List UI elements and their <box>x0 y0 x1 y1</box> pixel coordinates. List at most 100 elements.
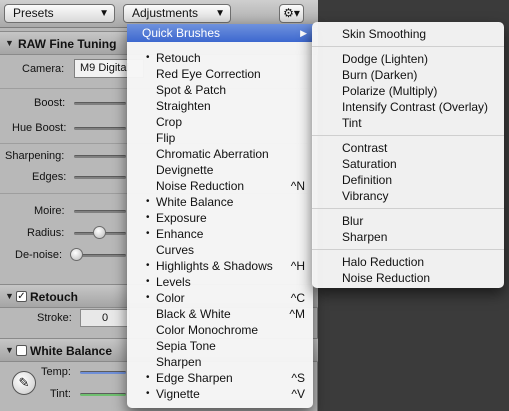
submenu-item[interactable]: Saturation <box>312 156 504 172</box>
menu-item[interactable]: • Enhance <box>127 226 313 242</box>
menu-item-shortcut: ^H <box>290 259 305 273</box>
bullet-icon: • <box>146 292 150 303</box>
disclosure-triangle-icon[interactable]: ▼ <box>5 345 14 355</box>
menu-item[interactable]: Spot & Patch <box>127 82 313 98</box>
bullet-icon: • <box>146 212 150 223</box>
bullet-icon: • <box>146 372 150 383</box>
menu-item-shortcut: ^S <box>291 371 305 385</box>
moire-slider[interactable] <box>74 210 126 213</box>
menu-item[interactable]: • Highlights & Shadows ^H <box>127 258 313 274</box>
camera-label: Camera: <box>22 63 65 75</box>
hue-boost-slider[interactable] <box>74 127 126 130</box>
sharpening-slider[interactable] <box>74 155 126 158</box>
denoise-slider-knob[interactable] <box>70 248 83 261</box>
menu-separator <box>312 46 504 47</box>
bullet-icon: • <box>146 260 150 271</box>
chevron-down-icon: ▼ <box>99 8 109 19</box>
menu-item-label: Crop <box>156 115 183 129</box>
menu-item[interactable]: Flip <box>127 130 313 146</box>
adjustments-popup-button[interactable]: Adjustments ▼ <box>123 4 231 23</box>
menu-item[interactable]: Color Monochrome <box>127 322 313 338</box>
menu-item[interactable]: • White Balance <box>127 194 313 210</box>
menu-item[interactable]: • Exposure <box>127 210 313 226</box>
stroke-label: Stroke: <box>37 312 72 324</box>
submenu-item[interactable]: Polarize (Multiply) <box>312 83 504 99</box>
menu-separator <box>312 249 504 250</box>
white-balance-title: White Balance <box>30 344 113 358</box>
quick-brushes-submenu: Skin Smoothing Dodge (Lighten) Burn (Darke… <box>312 22 504 288</box>
radius-label: Radius: <box>27 227 65 239</box>
menu-item[interactable]: Chromatic Aberration <box>127 146 313 162</box>
bullet-icon: • <box>146 52 150 63</box>
submenu-item[interactable]: Contrast <box>312 140 504 156</box>
adjustments-menu: Quick Brushes ▶ • Retouch Red Eye Correcti… <box>127 24 313 408</box>
disclosure-triangle-icon[interactable]: ▼ <box>5 38 14 48</box>
bullet-icon: • <box>146 276 150 287</box>
menu-item-label: Black & White <box>156 307 231 321</box>
submenu-item[interactable]: Burn (Darken) <box>312 67 504 83</box>
menu-item-label: Edge Sharpen <box>156 371 233 385</box>
menu-item-label: Red Eye Correction <box>156 67 261 81</box>
edges-slider[interactable] <box>74 176 126 179</box>
submenu-item[interactable]: Definition <box>312 172 504 188</box>
white-balance-checkbox[interactable] <box>16 345 27 356</box>
menu-item[interactable]: • Vignette ^V <box>127 386 313 402</box>
submenu-item[interactable]: Sharpen <box>312 229 504 245</box>
chevron-down-icon: ▼ <box>215 8 225 19</box>
menu-item[interactable]: Straighten <box>127 98 313 114</box>
moire-label: Moire: <box>34 205 65 217</box>
menu-item[interactable]: Crop <box>127 114 313 130</box>
menu-item[interactable]: Noise Reduction ^N <box>127 178 313 194</box>
menu-item-label: Curves <box>156 243 195 257</box>
menu-item-label: Color Monochrome <box>156 323 259 337</box>
temp-slider[interactable] <box>80 371 126 374</box>
radius-slider-knob[interactable] <box>93 226 106 239</box>
menu-item[interactable]: Red Eye Correction <box>127 66 313 82</box>
menu-separator <box>312 208 504 209</box>
menu-item-label: Sharpen <box>156 355 202 369</box>
menu-item-label: Flip <box>156 131 176 145</box>
menu-item[interactable]: • Edge Sharpen ^S <box>127 370 313 386</box>
menu-item-label: Levels <box>156 275 191 289</box>
submenu-item[interactable]: Vibrancy <box>312 188 504 204</box>
submenu-item[interactable]: Noise Reduction <box>312 270 504 286</box>
disclosure-triangle-icon[interactable]: ▼ <box>5 291 14 301</box>
menu-item-quick-brushes[interactable]: Quick Brushes ▶ <box>127 24 313 42</box>
submenu-item[interactable]: Blur <box>312 213 504 229</box>
menu-item-label: Exposure <box>156 211 207 225</box>
presets-popup-button[interactable]: Presets ▼ <box>4 4 115 23</box>
retouch-checkbox[interactable]: ✓ <box>16 291 27 302</box>
menu-item-label: Chromatic Aberration <box>156 147 269 161</box>
menu-item[interactable]: • Levels <box>127 274 313 290</box>
submenu-item[interactable]: Tint <box>312 115 504 131</box>
denoise-label: De-noise: <box>15 249 63 261</box>
stroke-stepper[interactable]: 0 <box>80 309 130 327</box>
bullet-icon: • <box>146 388 150 399</box>
submenu-arrow-icon: ▶ <box>300 28 307 38</box>
submenu-item[interactable]: Intensify Contrast (Overlay) <box>312 99 504 115</box>
menu-item[interactable]: • Color ^C <box>127 290 313 306</box>
menu-item[interactable]: Sepia Tone <box>127 338 313 354</box>
menu-item[interactable]: Sharpen <box>127 354 313 370</box>
submenu-item[interactable]: Skin Smoothing <box>312 26 504 42</box>
bullet-icon: • <box>146 196 150 207</box>
submenu-item[interactable]: Halo Reduction <box>312 254 504 270</box>
menu-item[interactable]: • Retouch <box>127 50 313 66</box>
menu-item-shortcut: ^M <box>289 307 305 321</box>
submenu-item[interactable]: Dodge (Lighten) <box>312 51 504 67</box>
menu-item[interactable]: Curves <box>127 242 313 258</box>
boost-slider[interactable] <box>74 102 126 105</box>
menu-item[interactable]: Devignette <box>127 162 313 178</box>
menu-item-label: Noise Reduction <box>156 179 245 193</box>
menu-item-shortcut: ^C <box>290 291 305 305</box>
menu-item-label: Retouch <box>156 51 201 65</box>
adjustments-label: Adjustments <box>132 6 199 20</box>
menu-item-label: Sepia Tone <box>156 339 216 353</box>
menu-item[interactable]: Black & White ^M <box>127 306 313 322</box>
eyedropper-button[interactable]: ✎ <box>12 371 36 395</box>
tint-label: Tint: <box>50 388 71 400</box>
menu-item-label: Devignette <box>156 163 214 177</box>
tint-slider[interactable] <box>80 393 126 396</box>
action-gear-button[interactable]: ⚙▾ <box>279 4 304 23</box>
temp-label: Temp: <box>41 366 71 378</box>
